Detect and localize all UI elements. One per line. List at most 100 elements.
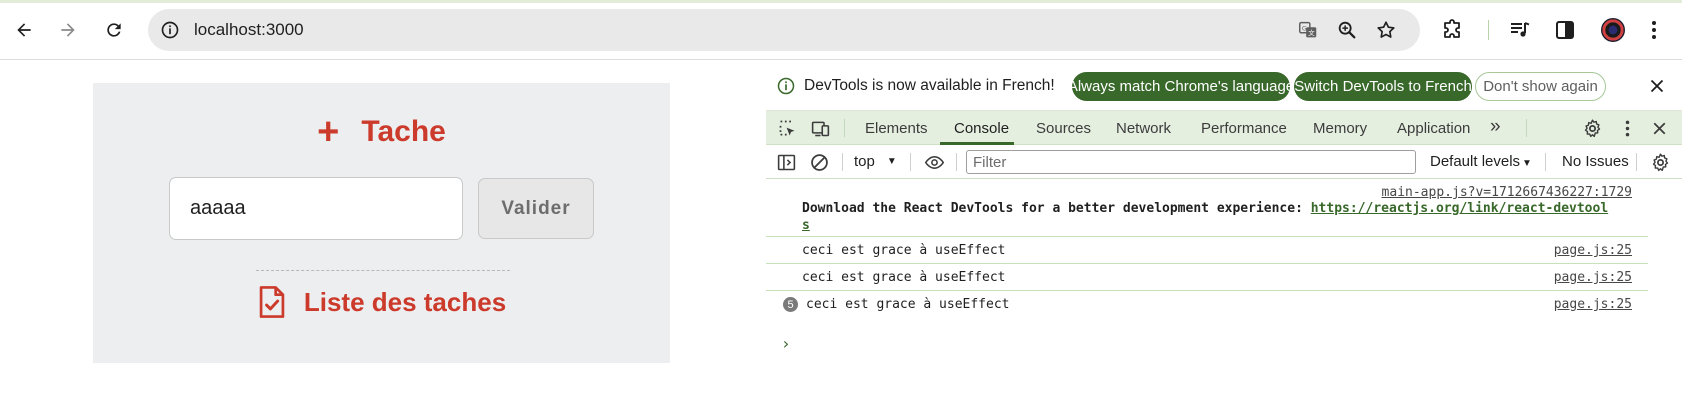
devtools-menu-button[interactable] xyxy=(1616,117,1638,139)
caret-down-icon: ▼ xyxy=(886,156,897,167)
plus-icon: + xyxy=(317,111,340,153)
gear-icon xyxy=(1652,152,1668,171)
back-button[interactable] xyxy=(8,14,40,46)
site-info-icon xyxy=(161,21,179,39)
dont-show-again-button[interactable]: Don't show again xyxy=(1475,72,1606,101)
toolbar-top-accent xyxy=(0,0,1682,3)
side-panel-icon xyxy=(1556,21,1574,39)
media-control-button[interactable] xyxy=(1506,16,1534,44)
close-infobar-icon[interactable] xyxy=(1646,75,1668,97)
message-text: ceci est grace à useEffect xyxy=(802,270,1006,285)
log-levels-dropdown[interactable]: Default levels ▼ xyxy=(1430,153,1532,170)
site-info-button[interactable] xyxy=(158,18,182,42)
star-icon xyxy=(1377,21,1395,38)
close-devtools-button[interactable] xyxy=(1648,117,1670,139)
more-tabs-button[interactable]: » xyxy=(1490,116,1501,138)
validate-button[interactable]: Valider xyxy=(478,178,594,239)
language-infobar: DevTools is now available in French! Alw… xyxy=(766,61,1682,111)
svg-text:文: 文 xyxy=(1308,28,1315,37)
todo-card: + Tache Valider Liste des taches xyxy=(93,83,670,363)
tab-bar-divider xyxy=(1526,119,1527,137)
reload-icon xyxy=(107,23,121,37)
sidebar-toggle-icon xyxy=(777,154,795,170)
always-match-language-button[interactable]: Always match Chrome's language xyxy=(1068,72,1294,101)
tab-sources[interactable]: Sources xyxy=(1036,120,1091,137)
filter-bar-divider xyxy=(910,153,911,171)
gear-icon xyxy=(1584,118,1600,137)
message-source-link[interactable]: page.js:25 xyxy=(1554,243,1632,258)
clear-console-button[interactable] xyxy=(808,151,830,173)
browser-toolbar: localhost:3000 G文 xyxy=(0,0,1682,60)
zoom-button[interactable] xyxy=(1335,18,1359,42)
tab-network[interactable]: Network xyxy=(1116,120,1171,137)
message-source-link[interactable]: main-app.js?v=1712667436227:1729 xyxy=(1382,185,1632,200)
infobar-message: DevTools is now available in French! xyxy=(804,77,1055,94)
url-text[interactable]: localhost:3000 xyxy=(194,20,304,40)
tab-performance[interactable]: Performance xyxy=(1201,120,1287,137)
filter-bar-divider xyxy=(1545,153,1546,171)
close-icon xyxy=(1653,122,1665,134)
web-page: + Tache Valider Liste des taches xyxy=(0,61,766,412)
arrow-left-icon xyxy=(17,23,31,37)
translate-button[interactable]: G文 xyxy=(1296,18,1320,42)
tab-console[interactable]: Console xyxy=(954,120,1009,137)
browser-menu-button[interactable] xyxy=(1640,16,1668,44)
devtools-settings-button[interactable] xyxy=(1581,117,1603,139)
info-icon xyxy=(777,77,795,95)
reload-button[interactable] xyxy=(98,14,130,46)
forward-button[interactable] xyxy=(52,14,84,46)
task-input[interactable] xyxy=(169,177,463,240)
tab-elements[interactable]: Elements xyxy=(865,120,928,137)
live-expression-button[interactable] xyxy=(923,151,945,173)
media-control-icon xyxy=(1511,22,1530,37)
message-text-wrap: s xyxy=(802,218,810,233)
message-text-content: Download the React DevTools for a better… xyxy=(802,201,1311,216)
task-list-heading: Liste des taches xyxy=(93,285,670,319)
message-text: ceci est grace à useEffect xyxy=(806,297,1010,312)
message-text: ceci est grace à useEffect xyxy=(802,243,1006,258)
bookmark-button[interactable] xyxy=(1374,18,1398,42)
address-bar[interactable]: localhost:3000 G文 xyxy=(148,9,1420,51)
console-message: ceci est grace à useEffect page.js:25 xyxy=(766,237,1648,264)
block-icon xyxy=(810,153,828,171)
eye-icon xyxy=(924,155,944,169)
console-settings-button[interactable] xyxy=(1649,151,1671,173)
message-text: Download the React DevTools for a better… xyxy=(802,201,1608,216)
puzzle-icon xyxy=(1444,19,1460,38)
dashed-divider xyxy=(256,270,510,271)
side-panel-button[interactable] xyxy=(1551,16,1579,44)
inspect-icon xyxy=(779,120,794,135)
arrow-right-icon xyxy=(61,23,75,37)
add-task-title: Tache xyxy=(361,115,446,148)
device-toolbar-button[interactable] xyxy=(809,117,831,139)
repeat-count-badge: 5 xyxy=(783,297,798,312)
inspect-element-button[interactable] xyxy=(776,117,798,139)
tab-memory[interactable]: Memory xyxy=(1313,120,1367,137)
context-value: top xyxy=(854,153,875,170)
kebab-menu-icon xyxy=(1625,120,1629,136)
react-devtools-link-wrap[interactable]: s xyxy=(802,218,810,233)
caret-down-icon: ▼ xyxy=(1522,158,1532,169)
tab-application[interactable]: Application xyxy=(1397,120,1470,137)
message-source-link[interactable]: page.js:25 xyxy=(1554,297,1632,312)
issues-counter[interactable]: No Issues xyxy=(1562,153,1629,170)
extensions-button[interactable] xyxy=(1439,16,1467,44)
zoom-icon xyxy=(1338,21,1356,39)
console-prompt[interactable]: › xyxy=(781,334,791,353)
toolbar-divider xyxy=(1488,20,1489,40)
message-source-link[interactable]: page.js:25 xyxy=(1554,270,1632,285)
console-message: main-app.js?v=1712667436227:1729 Downloa… xyxy=(766,179,1648,237)
profile-avatar[interactable] xyxy=(1601,18,1625,42)
context-selector[interactable]: top ▼ xyxy=(854,153,897,170)
task-list-title: Liste des taches xyxy=(303,286,507,317)
console-sidebar-button[interactable] xyxy=(775,151,797,173)
filter-bar-divider xyxy=(842,153,843,171)
devtools-panel: DevTools is now available in French! Alw… xyxy=(766,61,1682,412)
device-toggle-icon xyxy=(811,121,829,136)
react-devtools-link[interactable]: https://reactjs.org/link/react-devtool xyxy=(1311,201,1608,216)
switch-to-french-button[interactable]: Switch DevTools to French xyxy=(1294,72,1472,101)
svg-text:G: G xyxy=(1302,24,1307,32)
console-output: main-app.js?v=1712667436227:1729 Downloa… xyxy=(766,179,1682,412)
console-filter-input[interactable] xyxy=(966,150,1416,174)
file-check-icon xyxy=(259,286,285,318)
